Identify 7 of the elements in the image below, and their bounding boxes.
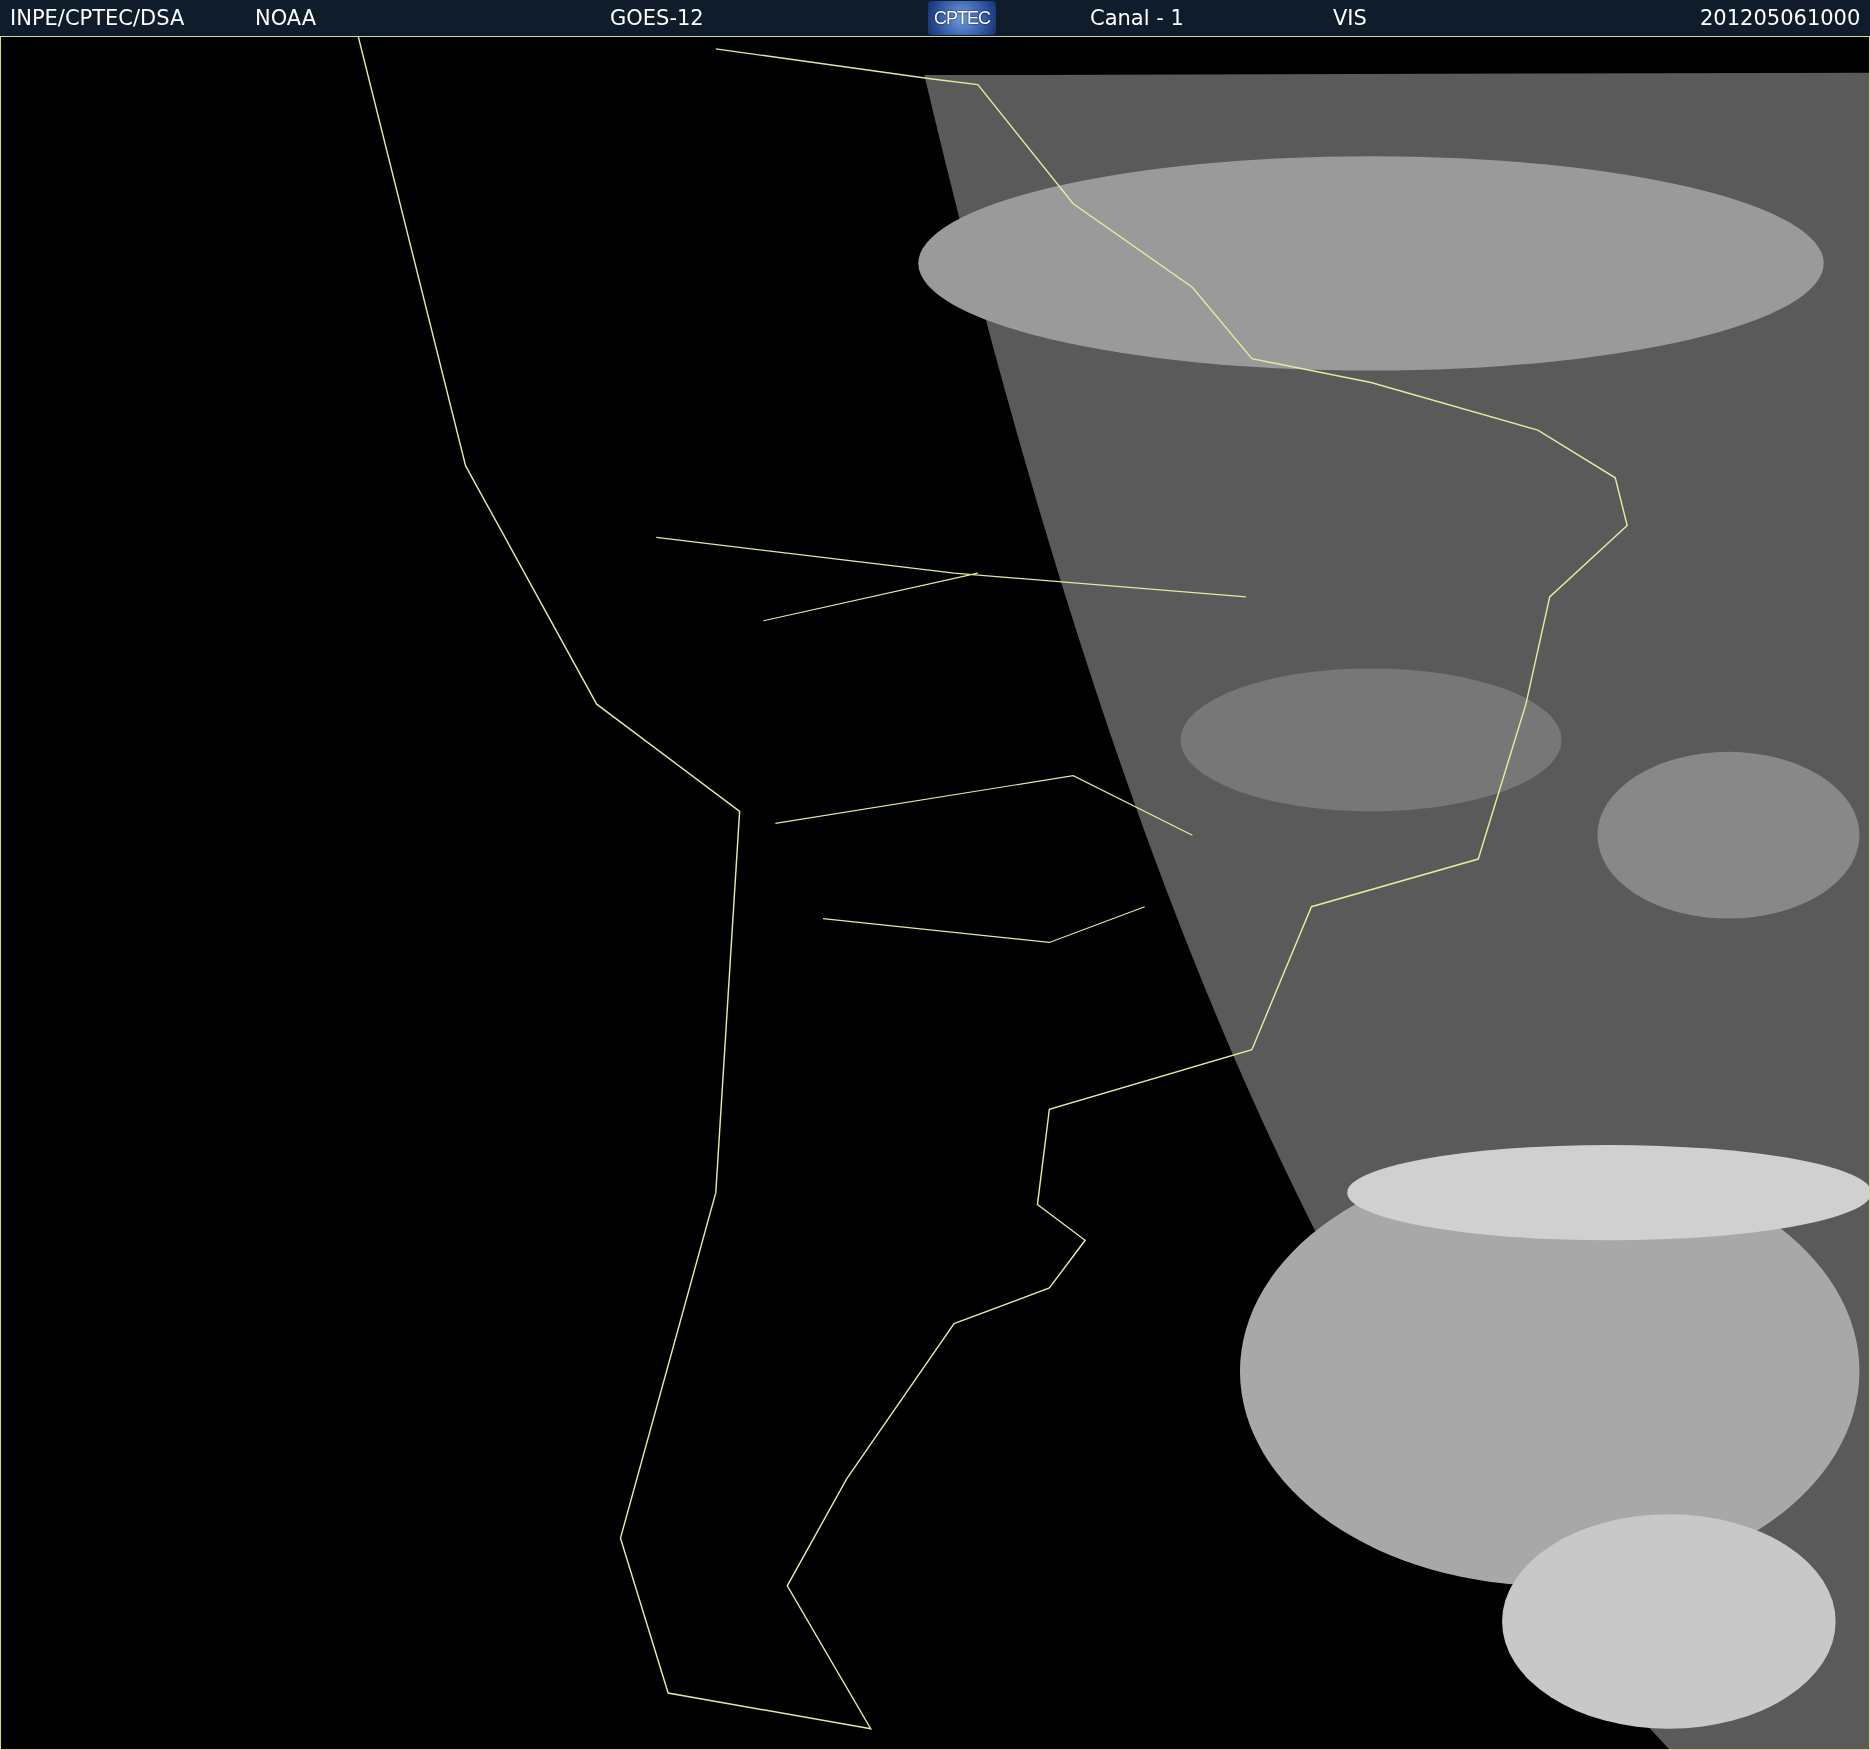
header-label: GOES-12 [610,6,705,30]
header-label: NOAA [255,6,318,30]
header-label: 201205061000 [1700,6,1862,30]
header-label: Canal - 1 [1090,6,1185,30]
header-label: INPE/CPTEC/DSA [10,6,186,30]
logo: CPTEC [928,1,996,35]
header-label: VIS [1333,6,1368,30]
